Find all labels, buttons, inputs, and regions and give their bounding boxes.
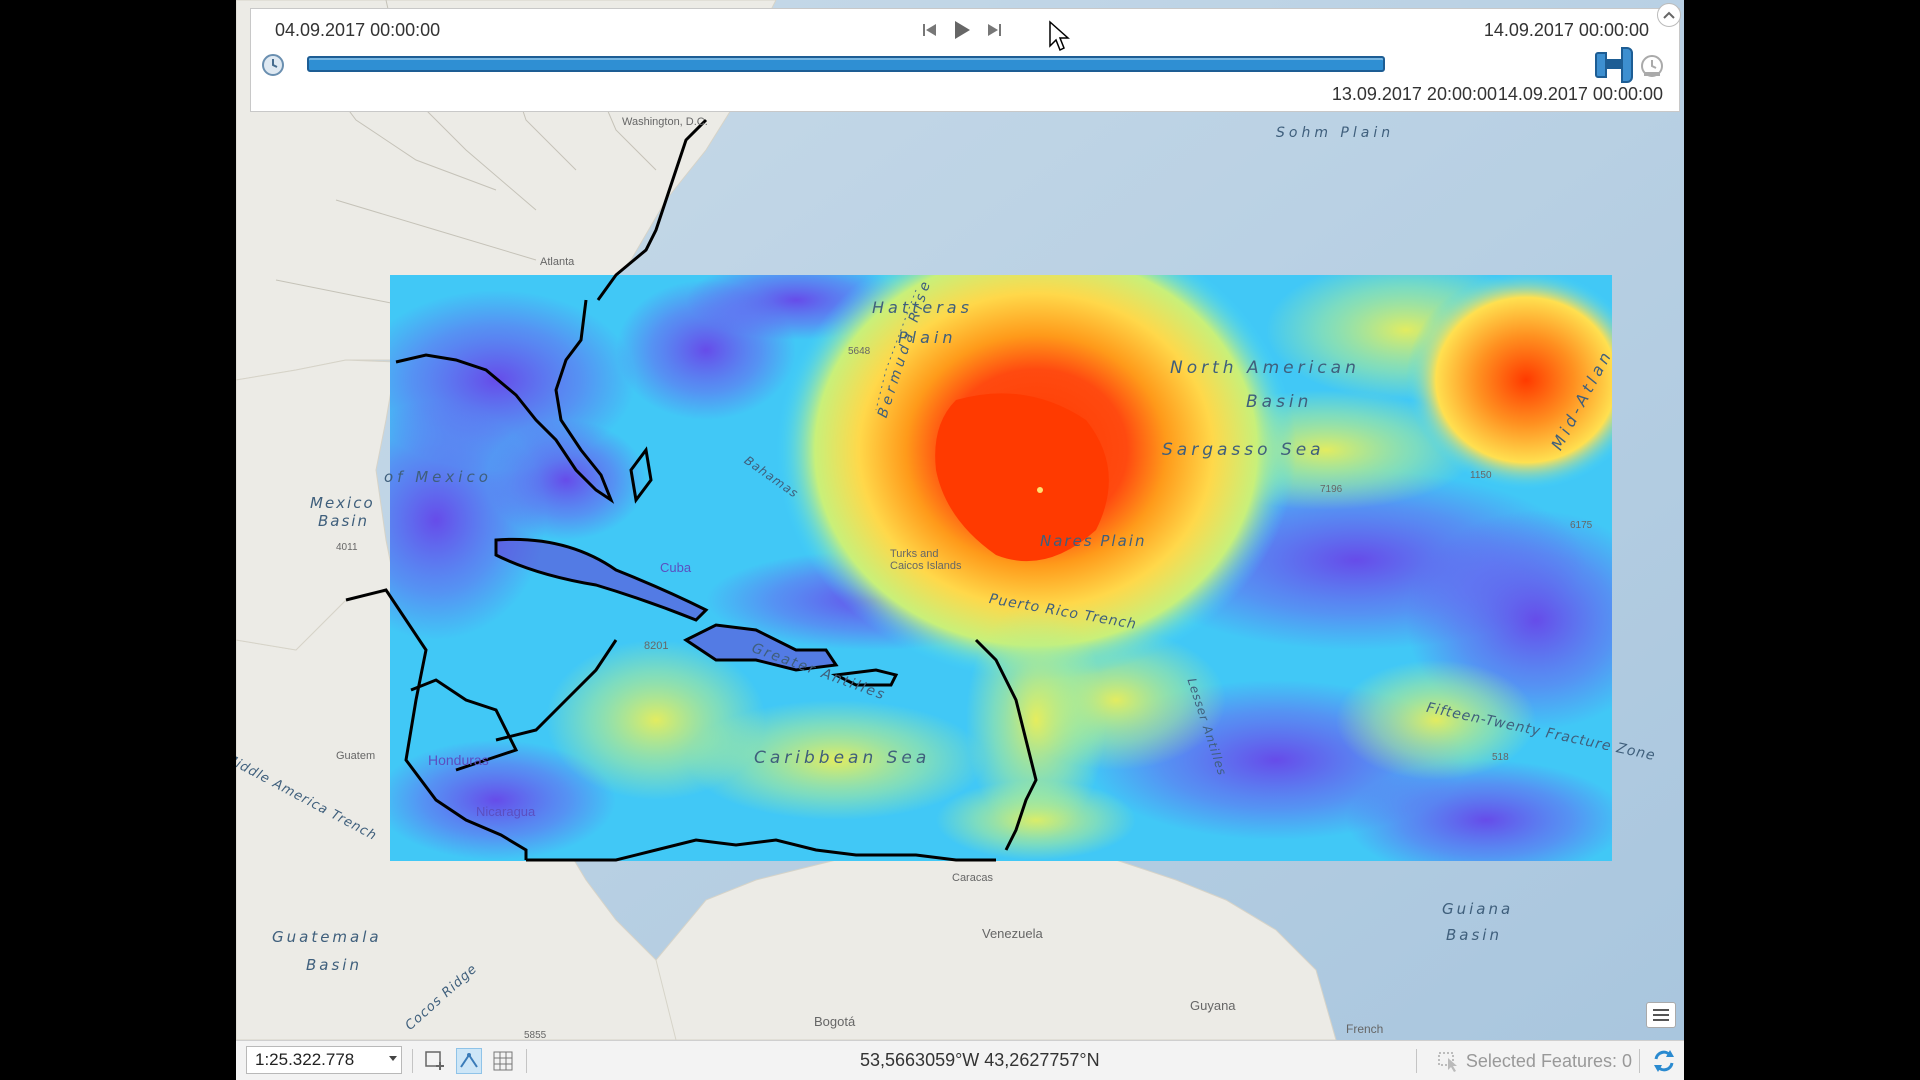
- label-guyana: Guyana: [1190, 998, 1236, 1013]
- label-nicaragua: Nicaragua: [476, 804, 536, 819]
- skip-forward-icon[interactable]: [981, 17, 1007, 43]
- label-nares-plain: Nares Plain: [1040, 532, 1147, 550]
- time-slider-end-handle[interactable]: [1621, 47, 1633, 83]
- label-washington: Washington, D.C.: [622, 116, 708, 128]
- depth-label: 518: [1492, 752, 1509, 763]
- depth-label: 5855: [524, 1030, 547, 1040]
- divider: [1416, 1049, 1417, 1073]
- snapping-icon[interactable]: [456, 1048, 482, 1074]
- cursor-coordinates: 53,5663059°W 43,2627757°N: [860, 1050, 1100, 1070]
- label-caicos: Caicos Islands: [890, 560, 962, 572]
- clock-icon[interactable]: [261, 53, 285, 77]
- label-guatemala-country: Guatem: [336, 750, 376, 762]
- label-french: French: [1346, 1022, 1384, 1036]
- time-extent-start: 04.09.2017 00:00:00: [275, 20, 441, 40]
- label-sargasso-sea: Sargasso Sea: [1162, 440, 1325, 460]
- divider: [1639, 1049, 1640, 1073]
- current-time-start: 13.09.2017 20:00:00: [1331, 84, 1497, 104]
- depth-label: 7196: [1320, 484, 1343, 495]
- grid-icon[interactable]: [490, 1048, 516, 1074]
- label-mexico-basin-2: Basin: [318, 512, 369, 530]
- depth-label: 4011: [336, 542, 358, 553]
- selected-features-count[interactable]: Selected Features: 0: [1436, 1050, 1632, 1072]
- label-guatemala-basin-1: Guatemala: [272, 928, 382, 946]
- chevron-down-icon: [389, 1056, 397, 1061]
- time-slider-track[interactable]: [307, 56, 1385, 72]
- scale-value: 1:25.322.778: [255, 1050, 355, 1069]
- label-honduras: Honduras: [428, 752, 489, 768]
- skip-back-icon[interactable]: [917, 17, 943, 43]
- depth-label: 1150: [1470, 470, 1492, 481]
- label-sohm-plain: Sohm Plain: [1276, 125, 1395, 141]
- chevron-up-icon[interactable]: [1657, 3, 1681, 27]
- divider: [526, 1049, 527, 1073]
- divider: [412, 1049, 413, 1073]
- selected-features-label: Selected Features: 0: [1465, 1050, 1632, 1071]
- label-turks: Turks and: [890, 548, 939, 560]
- label-cuba: Cuba: [660, 560, 692, 575]
- depth-label: 6175: [1570, 520, 1593, 531]
- map-view[interactable]: Sohm Plain Hatteras Plain Bermuda Rise N…: [236, 0, 1684, 1040]
- label-north-american-basin: Basin: [1246, 392, 1313, 412]
- time-slider-panel: 04.09.2017 00:00:00 14.09.2017 00:00:00 …: [250, 3, 1681, 112]
- scale-dropdown[interactable]: 1:25.322.778: [246, 1046, 402, 1074]
- live-time-icon[interactable]: [1639, 53, 1665, 79]
- refresh-icon[interactable]: [1650, 1047, 1678, 1075]
- label-guiana-basin-1: Guiana: [1442, 900, 1514, 918]
- label-bogota: Bogotá: [814, 1014, 856, 1029]
- label-north-american: North American: [1170, 358, 1360, 378]
- depth-label: 8201: [644, 640, 669, 652]
- legend-icon[interactable]: [1646, 1002, 1676, 1028]
- label-guiana-basin-2: Basin: [1446, 926, 1502, 944]
- map-canvas: [236, 0, 1684, 1040]
- mouse-cursor-icon: [1049, 20, 1070, 52]
- time-extent-end: 14.09.2017 00:00:00: [1483, 20, 1649, 40]
- status-bar: 1:25.322.778 53,5663059°W 43,2627757°N S…: [236, 1040, 1684, 1080]
- play-icon[interactable]: [949, 17, 975, 43]
- fixed-zoom-icon[interactable]: [422, 1048, 448, 1074]
- label-guatemala-basin-2: Basin: [306, 956, 362, 974]
- current-time-end: 14.09.2017 00:00:00: [1497, 84, 1663, 104]
- label-atlanta: Atlanta: [540, 256, 575, 268]
- label-gulf-of-mexico: of Mexico: [384, 468, 492, 486]
- depth-label: 5648: [848, 346, 871, 357]
- label-mexico-basin-1: Mexico: [310, 494, 375, 512]
- label-caribbean-sea: Caribbean Sea: [754, 748, 931, 768]
- label-venezuela: Venezuela: [982, 926, 1043, 941]
- select-features-icon: [1438, 1052, 1457, 1072]
- arcgis-map-window: Sohm Plain Hatteras Plain Bermuda Rise N…: [236, 0, 1684, 1080]
- label-caracas: Caracas: [952, 872, 993, 884]
